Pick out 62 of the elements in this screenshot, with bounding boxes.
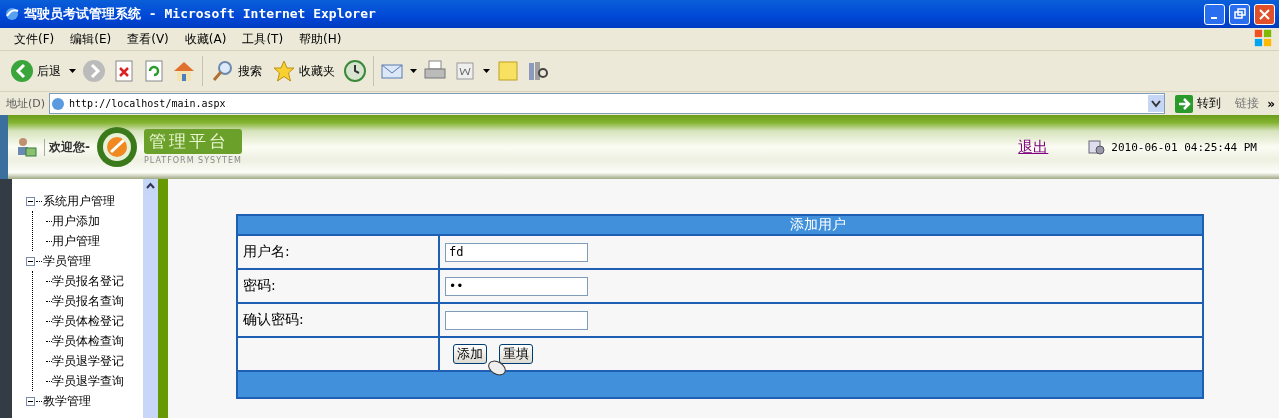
menu-item[interactable]: 工具(T) [234,30,292,48]
favorites-button[interactable]: 收藏夹 [270,59,337,83]
tree-item[interactable]: 学员退学查询 [52,371,124,391]
tree-item[interactable]: 学员体检查询 [52,331,124,351]
document-icon[interactable] [453,59,477,83]
caret-icon[interactable] [483,69,490,73]
more-chevron[interactable]: » [1267,96,1279,111]
tree-item[interactable]: 学员退学登记 [52,351,124,371]
menu-item[interactable]: 查看(V) [119,30,177,48]
input-field[interactable]: •• [445,276,588,296]
browser-icon[interactable] [4,6,20,22]
tree-item[interactable]: 学员体检登记 [52,311,124,331]
books-icon[interactable] [526,59,550,83]
refresh-icon[interactable] [142,59,166,83]
menu-item[interactable]: 编辑(E) [62,30,120,48]
collapse-icon[interactable] [26,196,35,206]
field-label: 确认密码: [237,303,439,337]
logo-subtitle: PLATFORM SYSYTEM [144,156,242,165]
field-label: 用户名: [237,235,439,269]
tree-item[interactable]: 学员报名查询 [52,291,124,311]
menu-item[interactable]: 帮助(H) [291,30,350,48]
address-field[interactable]: http://localhost/main.aspx [49,93,1166,114]
form-button[interactable]: 添加 [453,344,487,364]
home-icon[interactable] [172,59,196,83]
stop-icon[interactable] [112,59,136,83]
field-label: 密码: [237,269,439,303]
dropdown-icon[interactable] [1148,95,1165,112]
logout-link[interactable]: 退出 [1018,137,1049,157]
logo-title: 管理平台 [144,129,242,154]
go-button[interactable]: 转到 [1169,94,1228,113]
form-button[interactable]: 重填 [499,344,533,364]
window-title: 驾驶员考试管理系统 - Microsoft Internet Explorer [24,5,377,23]
form-title: 添加用户 [237,215,1203,235]
tree-group[interactable]: 系统用户管理 [43,191,115,211]
collapse-icon[interactable] [26,256,35,266]
tree-item[interactable]: 学员报名登记 [52,271,124,291]
menu-item[interactable]: 收藏(A) [176,30,235,48]
back-button[interactable]: 后退 [8,59,63,83]
input-field[interactable]: fd [445,242,588,262]
user-icon[interactable] [16,136,38,158]
flag-icon[interactable] [1253,27,1273,48]
star-icon[interactable] [272,59,296,83]
history-icon[interactable] [343,59,367,83]
welcome-text: 欢迎您- [44,138,90,156]
address-label: 地址(D) [6,96,46,111]
page-icon[interactable] [50,95,67,112]
tree-group[interactable]: 教学管理 [43,391,91,411]
go-arrow-icon[interactable] [1175,94,1194,113]
tree-group[interactable]: 学员管理 [43,251,91,271]
search-icon[interactable] [211,59,235,83]
tree-item[interactable]: 用户管理 [52,231,100,251]
datetime-text: 2010-06-01 04:25:44 PM [1111,140,1257,154]
tree-item[interactable]: 用户添加 [52,211,100,231]
caret-icon[interactable] [69,69,76,73]
calendar-clock-icon[interactable] [1088,139,1106,155]
search-button[interactable]: 搜索 [209,59,264,83]
logo-emblem-icon[interactable] [96,126,138,168]
links-label[interactable]: 链接 [1231,95,1264,112]
menu-item[interactable]: 文件(F) [6,30,63,48]
input-field[interactable] [445,310,588,330]
collapse-icon[interactable] [26,396,35,406]
caret-icon[interactable] [410,69,417,73]
